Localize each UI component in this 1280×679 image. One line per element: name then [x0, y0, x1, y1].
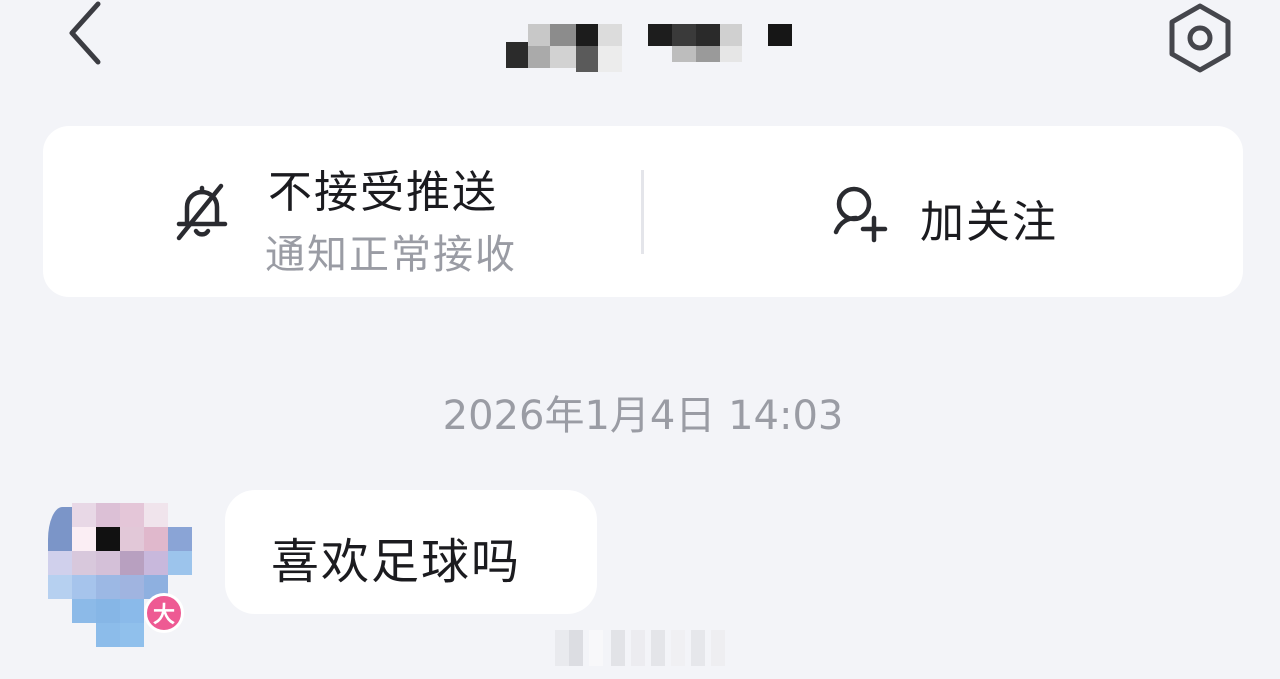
- add-user-icon: [833, 186, 888, 243]
- message-bubble[interactable]: 喜欢足球吗: [225, 490, 597, 614]
- chat-title: [500, 18, 800, 74]
- push-setting-subtitle: 通知正常接收: [265, 232, 517, 278]
- message-text: 喜欢足球吗: [271, 534, 522, 590]
- push-setting-button[interactable]: 不接受推送 通知正常接收: [43, 126, 643, 297]
- follow-label: 加关注: [920, 197, 1058, 248]
- bell-off-icon: [176, 183, 228, 241]
- hexagon-settings-icon: [1169, 3, 1231, 72]
- top-bar: [0, 0, 1280, 100]
- pixelated-fragment: [555, 630, 735, 666]
- back-button[interactable]: [58, 0, 114, 70]
- chat-action-card: 不接受推送 通知正常接收 加关注: [43, 126, 1243, 297]
- push-setting-title: 不接受推送: [268, 167, 498, 218]
- sender-avatar[interactable]: 大: [40, 497, 196, 653]
- message-timestamp: 2026年1月4日 14:03: [442, 393, 844, 439]
- settings-button[interactable]: [1160, 0, 1240, 75]
- chevron-left-icon: [69, 1, 101, 65]
- follow-button[interactable]: 加关注: [644, 126, 1243, 297]
- level-badge: 大: [144, 593, 184, 633]
